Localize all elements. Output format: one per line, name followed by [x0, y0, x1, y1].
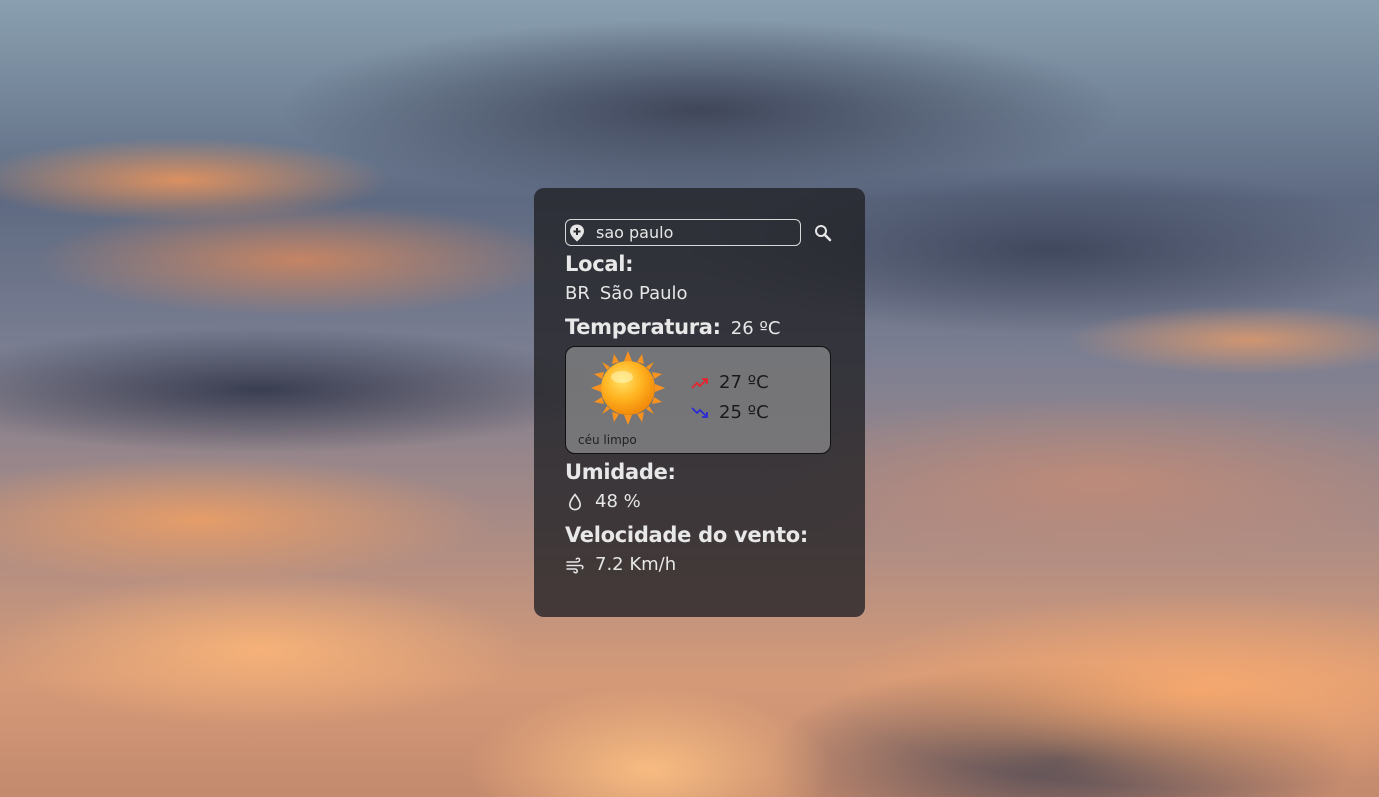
max-temperature: 27 ºC [719, 372, 769, 393]
wind-icon [565, 555, 585, 575]
wind-value: 7.2 Km/h [595, 554, 677, 575]
min-temperature: 25 ºC [719, 402, 769, 423]
search-button[interactable] [812, 222, 834, 244]
search-icon [815, 224, 832, 241]
location-pin-icon [570, 224, 584, 242]
humidity-value: 48 % [595, 491, 641, 512]
trending-up-icon [691, 377, 708, 389]
local-heading: Local: [565, 252, 634, 276]
humidity-row: 48 % [565, 489, 834, 515]
water-drop-icon [565, 492, 585, 512]
min-temperature-row: 25 ºC [691, 402, 769, 423]
wind-row: 7.2 Km/h [565, 552, 834, 578]
temperature-heading: Temperatura: [565, 315, 721, 339]
country-code: BR [565, 283, 590, 304]
weather-details-box: céu limpo 27 ºC 25 ºC [565, 346, 831, 454]
sun-icon [591, 351, 665, 425]
weather-card: Local: BR São Paulo Temperatura: 26 ºC [534, 188, 865, 617]
wind-heading: Velocidade do vento: [565, 523, 808, 547]
search-box[interactable] [565, 219, 801, 246]
search-row [565, 219, 834, 246]
city-search-input[interactable] [596, 222, 794, 243]
local-value: BR São Paulo [565, 281, 834, 307]
weather-condition: céu limpo [578, 433, 637, 447]
max-temperature-row: 27 ºC [691, 372, 769, 393]
city-name: São Paulo [599, 283, 688, 304]
current-temperature: 26 ºC [730, 318, 781, 339]
trending-down-icon [691, 406, 708, 418]
humidity-heading: Umidade: [565, 460, 676, 484]
temperature-row: Temperatura: 26 ºC [565, 313, 834, 342]
